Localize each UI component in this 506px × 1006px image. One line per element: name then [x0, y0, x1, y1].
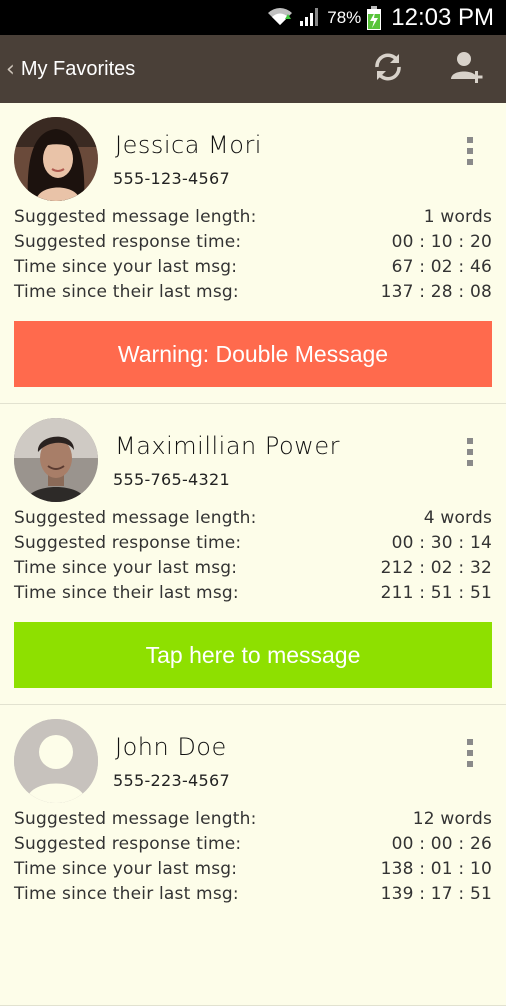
- page-title: My Favorites: [20, 57, 136, 80]
- stat-label: Suggested response time:: [14, 533, 242, 553]
- wifi-icon: [267, 5, 293, 31]
- avatar[interactable]: [14, 117, 98, 201]
- stat-value: 212 : 02 : 32: [380, 558, 492, 578]
- stat-value: 1 words: [423, 207, 492, 227]
- favorites-list: Jessica Mori 555-123-4567 Suggested mess…: [0, 103, 506, 1006]
- stat-row-length: Suggested message length: 12 words: [14, 807, 492, 832]
- stat-row-their-last: Time since their last msg: 211 : 51 : 51: [14, 581, 492, 606]
- stat-row-length: Suggested message length: 4 words: [14, 506, 492, 531]
- add-user-button[interactable]: [440, 35, 494, 103]
- overflow-menu-icon[interactable]: [458, 438, 482, 468]
- stat-value: 211 : 51 : 51: [380, 583, 492, 603]
- stat-row-response: Suggested response time: 00 : 00 : 26: [14, 832, 492, 857]
- stat-row-your-last: Time since your last msg: 67 : 02 : 46: [14, 255, 492, 280]
- stat-value: 139 : 17 : 51: [380, 884, 492, 904]
- stat-label: Time since their last msg:: [14, 282, 239, 302]
- battery-charging-icon: [367, 5, 382, 30]
- action-bar: ‹ My Favorites: [0, 35, 506, 103]
- contact-phone: 555-123-4567: [113, 169, 230, 188]
- stat-value: 137 : 28 : 08: [380, 282, 492, 302]
- overflow-menu-icon[interactable]: [458, 137, 482, 167]
- signal-icon: [299, 5, 321, 31]
- stat-value: 00 : 10 : 20: [391, 232, 492, 252]
- message-stats: Suggested message length: 4 words Sugges…: [14, 506, 492, 606]
- refresh-icon: [371, 50, 405, 88]
- back-button[interactable]: ‹ My Favorites: [6, 35, 135, 103]
- contact-card: John Doe 555-223-4567 Suggested message …: [0, 705, 506, 1006]
- stat-value: 4 words: [423, 508, 492, 528]
- contact-card: Jessica Mori 555-123-4567 Suggested mess…: [0, 103, 506, 404]
- stat-value: 12 words: [412, 809, 492, 829]
- contact-name: Jessica Mori: [115, 131, 262, 159]
- stat-label: Suggested message length:: [14, 207, 257, 227]
- stat-row-response: Suggested response time: 00 : 10 : 20: [14, 230, 492, 255]
- stat-label: Time since their last msg:: [14, 884, 239, 904]
- stat-label: Suggested response time:: [14, 834, 242, 854]
- tap-to-message-button[interactable]: Tap here to message: [14, 622, 492, 688]
- stat-row-your-last: Time since your last msg: 212 : 02 : 32: [14, 556, 492, 581]
- stat-row-response: Suggested response time: 00 : 30 : 14: [14, 531, 492, 556]
- stat-row-their-last: Time since their last msg: 139 : 17 : 51: [14, 882, 492, 907]
- double-message-warning-button[interactable]: Warning: Double Message: [14, 321, 492, 387]
- battery-percent: 78%: [327, 7, 362, 27]
- stat-label: Suggested response time:: [14, 232, 242, 252]
- stat-value: 67 : 02 : 46: [391, 257, 492, 277]
- stat-value: 00 : 00 : 26: [391, 834, 492, 854]
- stat-label: Time since your last msg:: [14, 257, 238, 277]
- contact-phone: 555-765-4321: [113, 470, 230, 489]
- contact-card: Maximillian Power 555-765-4321 Suggested…: [0, 404, 506, 705]
- clock: 12:03 PM: [391, 3, 494, 31]
- message-stats: Suggested message length: 12 words Sugge…: [14, 807, 492, 907]
- avatar[interactable]: [14, 719, 98, 803]
- overflow-menu-icon[interactable]: [458, 739, 482, 769]
- contact-phone: 555-223-4567: [113, 771, 230, 790]
- stat-value: 00 : 30 : 14: [391, 533, 492, 553]
- stat-label: Time since your last msg:: [14, 859, 238, 879]
- stat-label: Suggested message length:: [14, 809, 257, 829]
- stat-label: Suggested message length:: [14, 508, 257, 528]
- stat-row-your-last: Time since your last msg: 138 : 01 : 10: [14, 857, 492, 882]
- contact-name: John Doe: [115, 733, 227, 761]
- refresh-button[interactable]: [361, 35, 415, 103]
- add-user-icon: [449, 49, 485, 89]
- status-bar: 78% 12:03 PM: [0, 0, 506, 35]
- contact-name: Maximillian Power: [115, 432, 340, 460]
- message-stats: Suggested message length: 1 words Sugges…: [14, 205, 492, 305]
- stat-label: Time since their last msg:: [14, 583, 239, 603]
- stat-value: 138 : 01 : 10: [380, 859, 492, 879]
- stat-label: Time since your last msg:: [14, 558, 238, 578]
- stat-row-their-last: Time since their last msg: 137 : 28 : 08: [14, 280, 492, 305]
- stat-row-length: Suggested message length: 1 words: [14, 205, 492, 230]
- avatar[interactable]: [14, 418, 98, 502]
- chevron-left-icon: ‹: [6, 56, 15, 82]
